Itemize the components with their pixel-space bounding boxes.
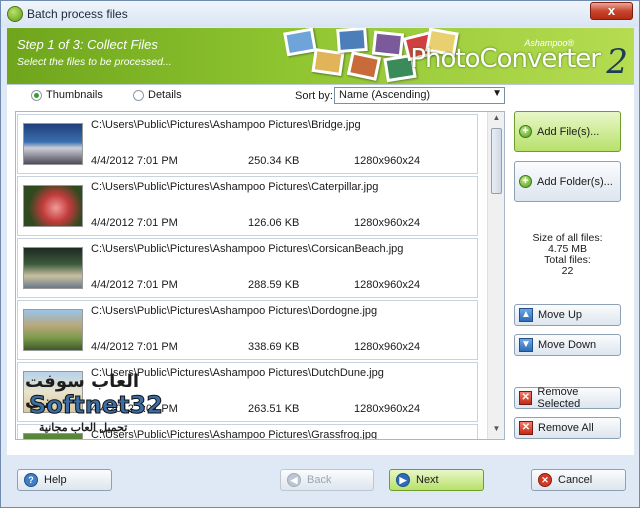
brand-version: 2 [606,42,628,82]
plus-icon: + [519,175,532,188]
file-row[interactable]: C:\Users\Public\Pictures\Ashampoo Pictur… [17,300,478,360]
help-label: Help [44,474,67,486]
file-row[interactable]: C:\Users\Public\Pictures\Ashampoo Pictur… [17,238,478,298]
chevron-down-icon: ▼ [492,88,502,99]
move-up-label: Move Up [538,309,583,321]
sort-value: Name (Ascending) [339,89,431,101]
file-size: 338.69 KB [248,341,300,353]
back-arrow-icon: ◀ [287,473,301,487]
move-down-label: Move Down [538,339,597,351]
remove-icon: ✕ [519,391,533,405]
file-dimensions: 1280x960x24 [354,341,421,353]
file-path: C:\Users\Public\Pictures\Ashampoo Pictur… [91,305,378,317]
view-details-radio[interactable]: Details [133,89,182,101]
help-button[interactable]: ? Help [17,469,112,491]
plus-icon: + [519,125,532,138]
file-row[interactable]: C:\Users\Public\Pictures\Ashampoo Pictur… [17,114,478,174]
watermark-brand: Softnet32 [29,391,164,420]
remove-all-icon: ✕ [519,421,533,435]
file-path: C:\Users\Public\Pictures\Ashampoo Pictur… [91,243,404,255]
cancel-icon: ✕ [538,473,552,487]
view-details-label: Details [148,89,182,101]
file-dimensions: 1280x960x24 [354,403,421,415]
radio-dot-selected [31,89,42,101]
file-thumbnail [23,123,83,165]
file-size: 250.34 KB [248,155,300,167]
app-icon [7,6,23,22]
radio-dot [133,89,144,101]
file-dimensions: 1280x960x24 [354,279,421,291]
move-up-button[interactable]: ▲ Move Up [514,304,621,326]
arrow-down-icon: ▼ [519,338,533,352]
file-path: C:\Users\Public\Pictures\Ashampoo Pictur… [91,119,361,131]
add-files-label: Add File(s)... [537,125,600,138]
file-stats: Size of all files: 4.75 MB Total files: … [514,233,621,277]
batch-window: Batch process files x Step 1 of 3: Colle… [0,0,640,508]
close-button[interactable]: x [590,2,633,20]
sort-dropdown[interactable]: Name (Ascending) ▼ [334,87,505,104]
file-dimensions: 1280x960x24 [354,217,421,229]
scrollbar-thumb[interactable] [491,128,502,194]
file-date: 4/4/2012 7:01 PM [91,155,178,167]
add-folder-label: Add Folder(s)... [537,175,613,188]
cancel-button[interactable]: ✕ Cancel [531,469,626,491]
file-dimensions: 1280x960x24 [354,155,421,167]
back-button[interactable]: ◀ Back [280,469,374,491]
file-path: C:\Users\Public\Pictures\Ashampoo Pictur… [91,181,379,193]
remove-all-label: Remove All [538,422,594,434]
sort-label: Sort by: [295,90,333,102]
total-files-value: 22 [561,265,574,277]
scroll-down-arrow-icon[interactable]: ▼ [488,424,504,438]
decor-photo [371,30,405,58]
decor-photo [346,51,382,81]
file-thumbnail [23,185,83,227]
scroll-up-arrow-icon[interactable]: ▲ [488,113,504,127]
brand-logo: PhotoConverter [410,44,601,74]
next-button[interactable]: ▶ Next [389,469,484,491]
file-thumbnail [23,247,83,289]
file-date: 4/4/2012 7:01 PM [91,341,178,353]
remove-selected-button[interactable]: ✕ Remove Selected [514,386,621,410]
decor-photo [283,28,317,57]
help-icon: ? [24,473,38,487]
wizard-banner: Step 1 of 3: Collect Files Select the fi… [7,28,634,84]
file-size: 288.59 KB [248,279,300,291]
next-label: Next [416,474,439,486]
file-size: 126.06 KB [248,217,300,229]
window-title: Batch process files [27,7,128,21]
move-down-button[interactable]: ▼ Move Down [514,334,621,356]
file-thumbnail [23,309,83,351]
cancel-label: Cancel [558,474,593,486]
watermark-logo: العاب سوفت نت Softnet32 تحميل العاب مجان… [21,371,171,441]
list-scrollbar[interactable]: ▲ ▼ [487,112,504,439]
file-row[interactable]: C:\Users\Public\Pictures\Ashampoo Pictur… [17,176,478,236]
arrow-up-icon: ▲ [519,308,533,322]
step-title: Step 1 of 3: Collect Files [17,37,158,52]
step-subtitle: Select the files to be processed... [17,56,172,68]
view-thumbnails-radio[interactable]: Thumbnails [31,89,103,101]
next-arrow-icon: ▶ [396,473,410,487]
file-date: 4/4/2012 7:01 PM [91,279,178,291]
back-label: Back [307,474,332,486]
file-size: 263.51 KB [248,403,300,415]
add-files-button[interactable]: + Add File(s)... [514,111,621,152]
view-thumbnails-label: Thumbnails [46,89,103,101]
file-date: 4/4/2012 7:01 PM [91,217,178,229]
add-folder-button[interactable]: + Add Folder(s)... [514,161,621,202]
decor-photo [336,28,368,54]
remove-all-button[interactable]: ✕ Remove All [514,417,621,439]
remove-selected-label: Remove Selected [537,386,581,410]
title-bar: Batch process files x [1,1,639,27]
watermark-arabic-subtitle: تحميل العاب مجانية [39,422,128,434]
